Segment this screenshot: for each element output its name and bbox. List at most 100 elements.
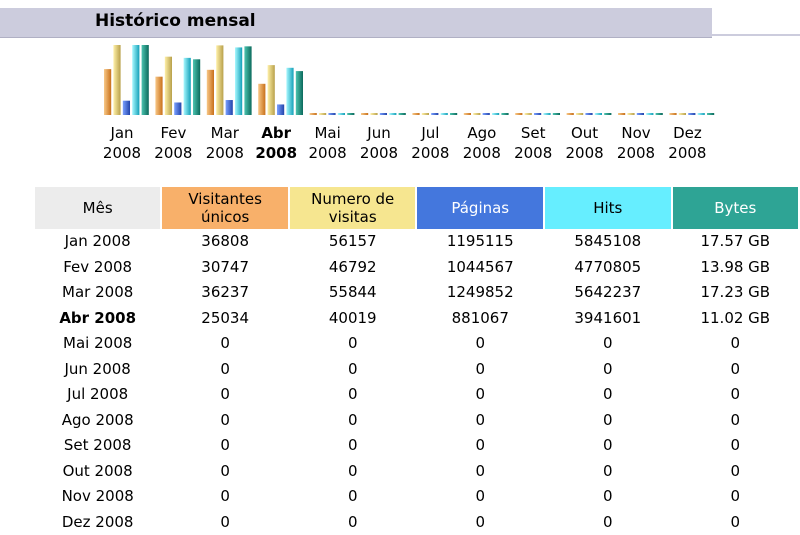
bar-visits-jan: [113, 45, 120, 115]
cell-visitors: 36237: [162, 280, 288, 306]
cell-bytes: 0: [673, 433, 798, 459]
cell-bytes: 0: [673, 484, 798, 510]
cell-month: Ago 2008: [35, 408, 160, 434]
cell-month: Jun 2008: [35, 357, 160, 383]
table-row: Jun 200800000: [35, 357, 798, 383]
header-unique-visitors: Visitantes únicos: [162, 187, 288, 229]
bar-bytes-out: [604, 113, 611, 115]
bar-visits-abr: [268, 65, 275, 115]
cell-hits: 3941601: [545, 306, 671, 332]
bar-visits-nov: [627, 113, 634, 115]
bar-pages-ago: [483, 113, 490, 115]
tick-label-month: Jan: [109, 124, 133, 142]
cell-pages: 1195115: [417, 229, 543, 255]
cell-visits: 40019: [290, 306, 416, 332]
cell-hits: 0: [545, 510, 671, 535]
cell-pages: 0: [417, 433, 543, 459]
table-row: Fev 200830747467921044567477080513.98 GB: [35, 255, 798, 281]
bar-bytes-mai: [347, 113, 354, 115]
cell-month: Jul 2008: [35, 382, 160, 408]
cell-visits: 0: [290, 357, 416, 383]
bar-visitors-jun: [361, 113, 368, 115]
bar-hits-out: [595, 113, 602, 115]
bar-bytes-mar: [244, 46, 251, 115]
bar-visits-mai: [319, 113, 326, 115]
cell-hits: 0: [545, 433, 671, 459]
cell-bytes: 0: [673, 510, 798, 535]
bar-hits-mar: [235, 47, 242, 115]
cell-hits: 0: [545, 408, 671, 434]
tick-label-month: Ago: [467, 124, 496, 142]
header-bytes: Bytes: [673, 187, 798, 229]
bar-pages-nov: [637, 113, 644, 115]
tick-label-year: 2008: [411, 144, 449, 162]
table-row: Mar 200836237558441249852564223717.23 GB: [35, 280, 798, 306]
bar-pages-mar: [226, 100, 233, 115]
bar-visits-dez: [679, 113, 686, 115]
tick-label-year: 2008: [154, 144, 192, 162]
cell-month: Jan 2008: [35, 229, 160, 255]
bar-visitors-fev: [155, 77, 162, 115]
cell-month: Mai 2008: [35, 331, 160, 357]
tick-label-year: 2008: [668, 144, 706, 162]
monthly-stats-table: Mês Visitantes únicos Numero de visitas …: [33, 187, 800, 535]
cell-month: Abr 2008: [35, 306, 160, 332]
bar-bytes-fev: [193, 59, 200, 115]
bar-bytes-set: [553, 113, 560, 115]
bar-hits-nov: [646, 113, 653, 115]
cell-pages: 0: [417, 408, 543, 434]
tick-label-month: Abr: [261, 124, 291, 142]
bar-pages-jun: [380, 113, 387, 115]
bar-visits-set: [525, 113, 532, 115]
cell-visitors: 0: [162, 382, 288, 408]
bar-pages-dez: [688, 113, 695, 115]
cell-visits: 0: [290, 408, 416, 434]
cell-month: Fev 2008: [35, 255, 160, 281]
cell-visits: 0: [290, 484, 416, 510]
table-row: Out 200800000: [35, 459, 798, 485]
bar-visits-jul: [422, 113, 429, 115]
cell-bytes: 17.57 GB: [673, 229, 798, 255]
bar-hits-jul: [441, 113, 448, 115]
tick-label-year: 2008: [566, 144, 604, 162]
cell-month: Nov 2008: [35, 484, 160, 510]
cell-visits: 56157: [290, 229, 416, 255]
cell-visitors: 0: [162, 408, 288, 434]
cell-visits: 46792: [290, 255, 416, 281]
bar-bytes-ago: [501, 113, 508, 115]
tick-label-year: 2008: [617, 144, 655, 162]
cell-visitors: 0: [162, 331, 288, 357]
cell-visitors: 0: [162, 484, 288, 510]
cell-month: Mar 2008: [35, 280, 160, 306]
tick-label-month: Jul: [420, 124, 439, 142]
bar-bytes-dez: [707, 113, 714, 115]
cell-pages: 1044567: [417, 255, 543, 281]
bar-pages-jul: [431, 113, 438, 115]
bar-hits-mai: [338, 113, 345, 115]
cell-visits: 0: [290, 331, 416, 357]
bar-pages-mai: [328, 113, 335, 115]
tick-label-month: Fev: [160, 124, 186, 142]
cell-hits: 0: [545, 331, 671, 357]
cell-visits: 55844: [290, 280, 416, 306]
cell-bytes: 0: [673, 408, 798, 434]
bar-hits-fev: [184, 58, 191, 115]
cell-bytes: 11.02 GB: [673, 306, 798, 332]
cell-bytes: 13.98 GB: [673, 255, 798, 281]
bar-visitors-jul: [412, 113, 419, 115]
tick-label-year: 2008: [206, 144, 244, 162]
header-unique-visitors-line2: únicos: [201, 208, 249, 226]
header-unique-visitors-line1: Visitantes: [188, 190, 262, 208]
tick-label-year: 2008: [360, 144, 398, 162]
cell-pages: 1249852: [417, 280, 543, 306]
header-visits-line1: Numero de: [311, 190, 394, 208]
cell-pages: 0: [417, 484, 543, 510]
bar-hits-set: [543, 113, 550, 115]
table-row: Nov 200800000: [35, 484, 798, 510]
bar-pages-out: [585, 113, 592, 115]
tick-label-month: Mar: [211, 124, 240, 142]
bar-bytes-jul: [450, 113, 457, 115]
bar-visits-ago: [473, 113, 480, 115]
header-month: Mês: [35, 187, 160, 229]
cell-bytes: 17.23 GB: [673, 280, 798, 306]
